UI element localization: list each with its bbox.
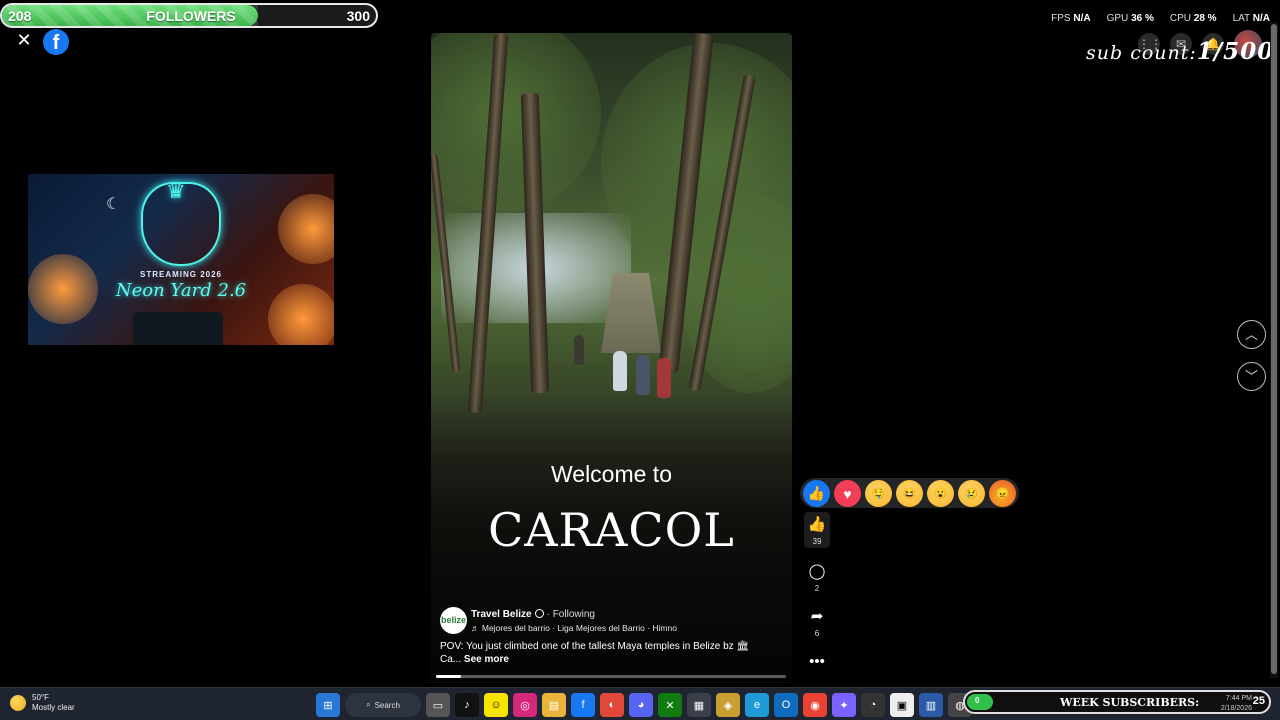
discord-icon[interactable]: ◕ <box>629 693 653 717</box>
app-gold-icon[interactable]: ◈ <box>716 693 740 717</box>
sub-count-label: sub count: <box>1086 42 1197 64</box>
weather-text: 50°F Mostly clear <box>32 693 75 712</box>
chevron-down-icon: ﹀ <box>1244 369 1258 384</box>
reel-actions: 👍 39 ◯ 2 ➦ 6 ••• <box>804 512 830 686</box>
taskbar: 50°F Mostly clear ⊞ ⌕ Search ▭ ♪ ☺ ◎ ▤ f ◐… <box>0 687 1280 720</box>
followers-goal-current: 208 <box>8 8 32 24</box>
comment-count: 2 <box>814 584 820 593</box>
page-scrollbar[interactable] <box>1270 22 1278 678</box>
followers-goal-label: FOLLOWERS <box>146 8 236 24</box>
facebook-logo-icon[interactable]: f <box>43 29 69 55</box>
reaction-like-icon[interactable]: 👍 <box>803 480 830 507</box>
close-icon[interactable]: ✕ <box>15 31 33 49</box>
facebook-icon[interactable]: f <box>571 693 595 717</box>
instagram-icon[interactable]: ◎ <box>513 693 537 717</box>
share-button[interactable]: ➦ 6 <box>804 606 830 638</box>
reel-shade <box>431 33 792 683</box>
page-name-link[interactable]: Travel Belize <box>471 609 532 620</box>
reel-caption: POV: You just climbed one of the tallest… <box>440 640 780 666</box>
see-more-link[interactable]: See more <box>464 654 509 665</box>
reaction-sad-icon[interactable]: 😢 <box>958 480 985 507</box>
verified-icon <box>534 609 544 618</box>
more-dots-icon: ••• <box>809 653 825 670</box>
lantern-glow <box>278 194 334 264</box>
store-icon[interactable]: ▦ <box>687 693 711 717</box>
clock-time: 7:44 PM <box>1225 695 1252 702</box>
copilot-icon[interactable]: ✦ <box>832 693 856 717</box>
reel-overlay-place: CARACOL <box>488 503 735 557</box>
previous-reel-button[interactable]: ︿ <box>1237 320 1266 349</box>
comment-icon: ◯ <box>808 563 826 580</box>
banner-subtitle: STREAMING 2026 <box>139 270 223 279</box>
perf-cpu: CPU 28 % <box>1169 13 1217 24</box>
week-subscribers-current: 0 <box>975 696 980 705</box>
xbox-icon[interactable]: ✕ <box>658 693 682 717</box>
chevron-up-icon: ︿ <box>1244 327 1258 342</box>
chrome-icon[interactable]: ◉ <box>803 693 827 717</box>
snapchat-icon[interactable]: ☺ <box>484 693 508 717</box>
reel-progress-fill <box>436 675 461 678</box>
followers-goal-target: 300 <box>346 8 370 24</box>
moon-icon: ☾ <box>106 196 121 213</box>
share-count: 6 <box>814 629 820 638</box>
week-subscribers-label: WEEK SUBSCRIBERS: <box>1060 696 1200 709</box>
caption-flag: bz 🏛 <box>723 641 750 652</box>
edge-icon[interactable]: e <box>745 693 769 717</box>
sub-count-overlay: sub count:1/500 <box>1086 38 1274 65</box>
task-view-icon[interactable]: ▭ <box>426 693 450 717</box>
app-red-icon[interactable]: ◐ <box>600 693 624 717</box>
followers-goal-bar: FOLLOWERS 208 300 <box>0 3 378 28</box>
more-options-button[interactable]: ••• <box>804 651 830 673</box>
chair-silhouette <box>133 312 223 345</box>
week-subscribers-target: 25 <box>1252 695 1265 707</box>
caption-text: POV: You just climbed one of the tallest… <box>440 641 721 652</box>
like-count: 39 <box>812 537 822 546</box>
banner-title: Neon Yard 2.6 <box>115 280 247 301</box>
reaction-care-icon[interactable]: 🤤 <box>865 480 892 507</box>
reel-progress-bar[interactable] <box>436 675 786 678</box>
performance-readout: FPS N/A GPU 36 % CPU 28 % LAT N/A <box>1051 13 1270 24</box>
start-windows-icon[interactable]: ⊞ <box>316 693 340 717</box>
weather-moon-icon <box>10 695 26 711</box>
scrollbar-thumb[interactable] <box>1271 24 1277 674</box>
follow-status[interactable]: · Following <box>547 609 595 620</box>
comment-button[interactable]: ◯ 2 <box>804 561 830 593</box>
reel-video[interactable]: Welcome to CARACOL belize Travel Belize ·… <box>431 33 792 683</box>
stream-banner-image: ☾ ♛ STREAMING 2026 Neon Yard 2.6 <box>28 174 334 345</box>
perf-fps: FPS N/A <box>1051 13 1091 24</box>
week-subscribers-fill <box>967 694 993 710</box>
next-reel-button[interactable]: ﹀ <box>1237 362 1266 391</box>
clock-date: 2/18/2026 <box>1220 705 1252 712</box>
reactions-picker: 👍 ♥ 🤤 😆 😮 😢 😠 <box>800 478 1019 508</box>
outlook-icon[interactable]: O <box>774 693 798 717</box>
perf-lat: LAT N/A <box>1232 13 1270 24</box>
caption-trunc: Ca... <box>440 654 462 665</box>
system-clock[interactable]: 7:44 PM 2/18/2026 <box>1206 694 1252 714</box>
thumbs-up-icon: 👍 <box>807 516 827 533</box>
page-avatar[interactable]: belize <box>440 607 467 634</box>
reaction-haha-icon[interactable]: 😆 <box>896 480 923 507</box>
taskbar-search[interactable]: ⌕ Search <box>345 693 421 717</box>
reel-overlay-title: Welcome to <box>550 461 672 487</box>
reaction-wow-icon[interactable]: 😮 <box>927 480 954 507</box>
reel-audio-track[interactable]: ♬ Mejores del barrio · Liga Mejores del … <box>471 623 677 633</box>
app-white-icon[interactable]: ▣ <box>890 693 914 717</box>
share-icon: ➦ <box>810 608 824 625</box>
speedometer-icon[interactable]: ◔ <box>861 693 885 717</box>
perf-gpu: GPU 36 % <box>1106 13 1154 24</box>
page-header: Travel Belize · Following <box>471 609 595 620</box>
screen: FOLLOWERS 208 300 FPS N/A GPU 36 % CPU 2… <box>0 0 1280 720</box>
reaction-angry-icon[interactable]: 😠 <box>989 480 1016 507</box>
weather-widget[interactable]: 50°F Mostly clear <box>10 693 75 713</box>
file-explorer-icon[interactable]: ▤ <box>542 693 566 717</box>
search-icon: ⌕ <box>366 700 371 709</box>
crown-icon: ♛ <box>166 178 186 203</box>
like-button[interactable]: 👍 39 <box>804 512 830 548</box>
reaction-love-icon[interactable]: ♥ <box>834 480 861 507</box>
tiktok-icon[interactable]: ♪ <box>455 693 479 717</box>
sub-count-value: 1/500 <box>1196 38 1275 65</box>
app-blue-icon[interactable]: ▥ <box>919 693 943 717</box>
taskbar-apps: ⊞ ⌕ Search ▭ ♪ ☺ ◎ ▤ f ◐ ◕ ✕ ▦ ◈ e O ◉ ✦ … <box>316 693 972 717</box>
